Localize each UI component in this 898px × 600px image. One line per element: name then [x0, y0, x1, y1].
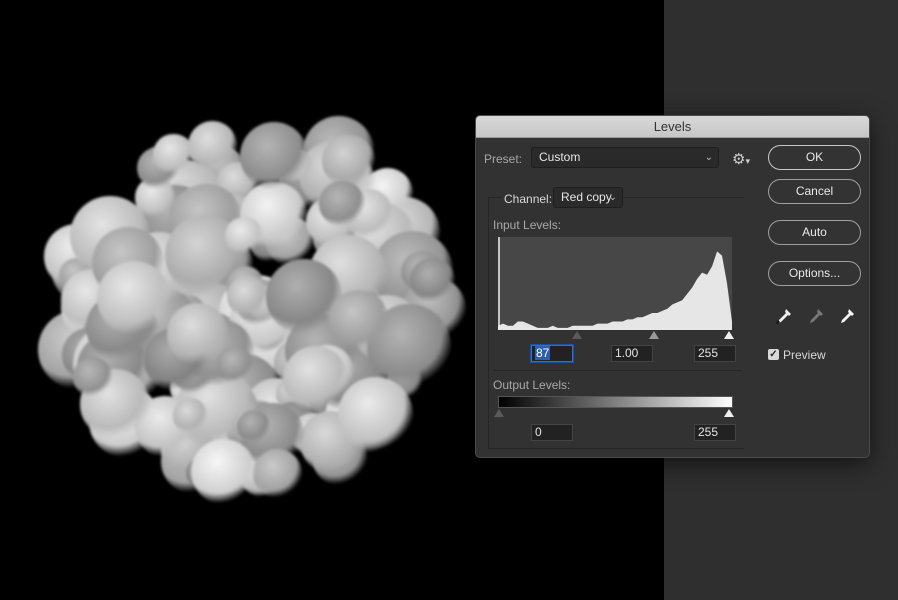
cloud-puff	[239, 122, 308, 191]
input-levels-label: Input Levels:	[493, 218, 562, 232]
preview-label: Preview	[783, 348, 826, 362]
cloud-puff	[191, 439, 257, 505]
cloud-puff	[252, 448, 303, 499]
channel-label: Channel:	[502, 192, 555, 206]
preview-checkbox[interactable]: ✓	[768, 349, 779, 360]
output-black-slider[interactable]	[494, 409, 504, 417]
output-levels-label: Output Levels:	[493, 378, 571, 392]
output-black-field[interactable]: 0	[531, 424, 573, 441]
auto-button[interactable]: Auto	[768, 220, 861, 245]
black-point-eyedropper-icon[interactable]	[772, 306, 794, 328]
input-white-field[interactable]: 255	[694, 345, 736, 362]
divider	[494, 370, 742, 371]
histogram-area	[498, 251, 732, 330]
preset-select[interactable]: Custom ⌄	[531, 147, 719, 168]
cloud-puff	[73, 357, 113, 397]
cloud-puff	[153, 133, 194, 174]
levels-dialog: Levels Preset: Custom ⌄ ⚙▾ OK Cancel Aut…	[475, 115, 870, 458]
cloud-puff	[322, 134, 375, 187]
cloud-puff	[225, 216, 263, 255]
cloud-puff	[338, 377, 413, 452]
gray-point-eyedropper-icon[interactable]	[804, 306, 826, 328]
output-white-field[interactable]: 255	[694, 424, 736, 441]
channel-value: Red copy	[561, 190, 612, 204]
gear-icon[interactable]: ⚙▾	[732, 150, 750, 168]
ok-button[interactable]: OK	[768, 145, 861, 170]
cloud-puff	[166, 302, 229, 365]
input-gamma-slider[interactable]	[649, 331, 659, 339]
preset-label: Preset:	[484, 152, 523, 166]
preset-value: Custom	[539, 150, 581, 164]
input-black-field[interactable]: 87	[531, 345, 573, 362]
cloud-puff	[173, 398, 208, 433]
dialog-title: Levels	[476, 116, 869, 138]
input-gamma-field[interactable]: 1.00	[611, 345, 653, 362]
cloud-puff	[327, 289, 390, 352]
cloud-puff	[97, 260, 172, 336]
cancel-button[interactable]: Cancel	[768, 179, 861, 204]
chevron-down-icon: ⌄	[704, 152, 713, 163]
cloud-image	[38, 105, 466, 510]
histogram	[498, 237, 732, 330]
white-point-eyedropper-icon[interactable]	[835, 306, 857, 328]
input-black-slider[interactable]	[572, 331, 582, 339]
cloud-puff	[226, 276, 268, 318]
output-gradient-bar	[498, 396, 733, 408]
input-white-slider[interactable]	[724, 331, 734, 339]
output-white-slider[interactable]	[724, 409, 734, 417]
chevron-down-icon: ⌄	[608, 192, 617, 203]
channel-select[interactable]: Red copy ⌄	[553, 187, 623, 208]
cloud-puff	[410, 257, 455, 303]
cloud-puff	[187, 121, 238, 171]
options-button[interactable]: Options...	[768, 261, 861, 286]
histogram-graph	[498, 237, 732, 330]
